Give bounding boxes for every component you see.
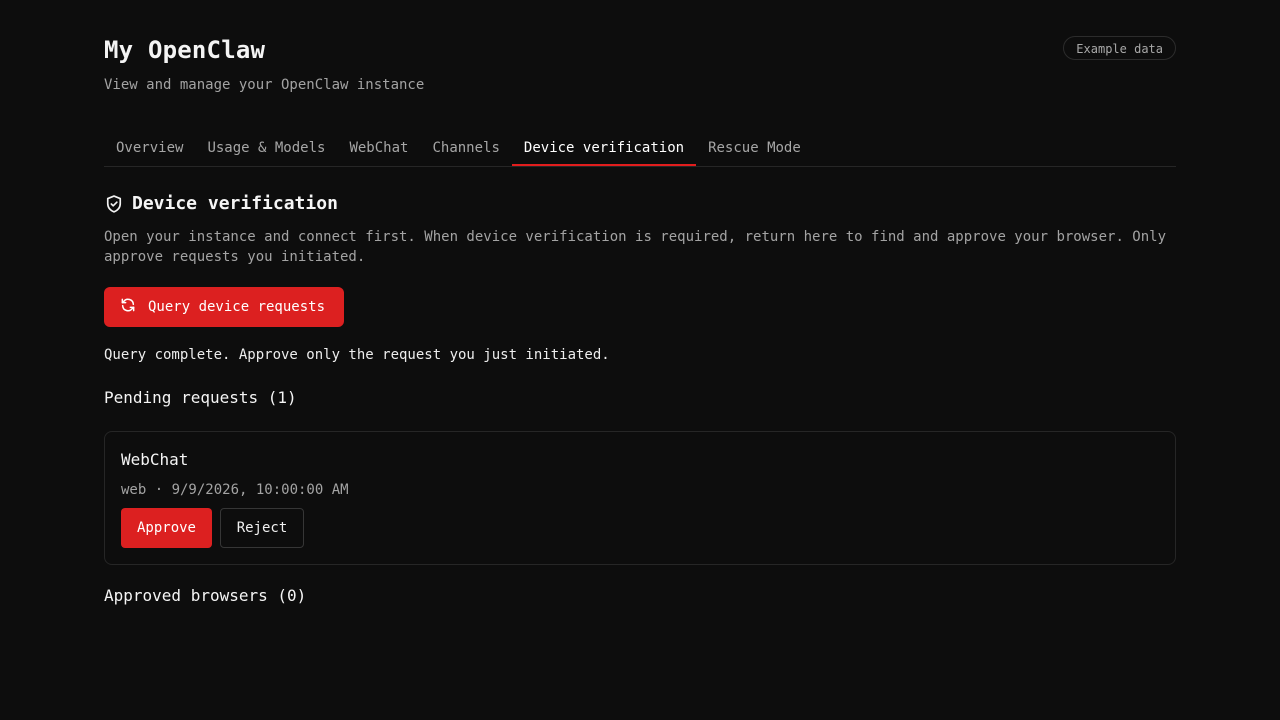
page: My OpenClaw View and manage your OpenCla…	[0, 0, 1280, 720]
tab-webchat[interactable]: WebChat	[337, 128, 420, 166]
tab-bar: Overview Usage & Models WebChat Channels…	[104, 128, 1176, 167]
approved-browsers-heading: Approved browsers (0)	[104, 586, 307, 605]
reject-button[interactable]: Reject	[220, 508, 304, 548]
example-data-badge: Example data	[1063, 36, 1176, 60]
tab-rescue-mode[interactable]: Rescue Mode	[696, 128, 813, 166]
page-subtitle: View and manage your OpenClaw instance	[104, 77, 425, 93]
approve-button[interactable]: Approve	[121, 508, 212, 548]
tab-usage-models[interactable]: Usage & Models	[195, 128, 337, 166]
request-card: WebChat web · 9/9/2026, 10:00:00 AM Appr…	[104, 431, 1176, 565]
tab-device-verification[interactable]: Device verification	[511, 128, 697, 166]
refresh-icon	[120, 297, 136, 317]
section-title: Device verification	[132, 193, 338, 214]
section-description: Open your instance and connect first. Wh…	[104, 229, 1167, 265]
request-name: WebChat	[121, 450, 189, 469]
query-status-text: Query complete. Approve only the request…	[104, 347, 610, 363]
tab-overview[interactable]: Overview	[104, 128, 195, 166]
page-title: My OpenClaw	[104, 36, 266, 64]
section-header: Device verification	[104, 193, 338, 214]
pending-requests-heading: Pending requests (1)	[104, 388, 297, 407]
query-button-label: Query device requests	[148, 299, 326, 315]
shield-check-icon	[104, 194, 124, 214]
request-meta: web · 9/9/2026, 10:00:00 AM	[121, 482, 349, 498]
tab-channels[interactable]: Channels	[420, 128, 511, 166]
query-device-requests-button[interactable]: Query device requests	[104, 287, 344, 327]
